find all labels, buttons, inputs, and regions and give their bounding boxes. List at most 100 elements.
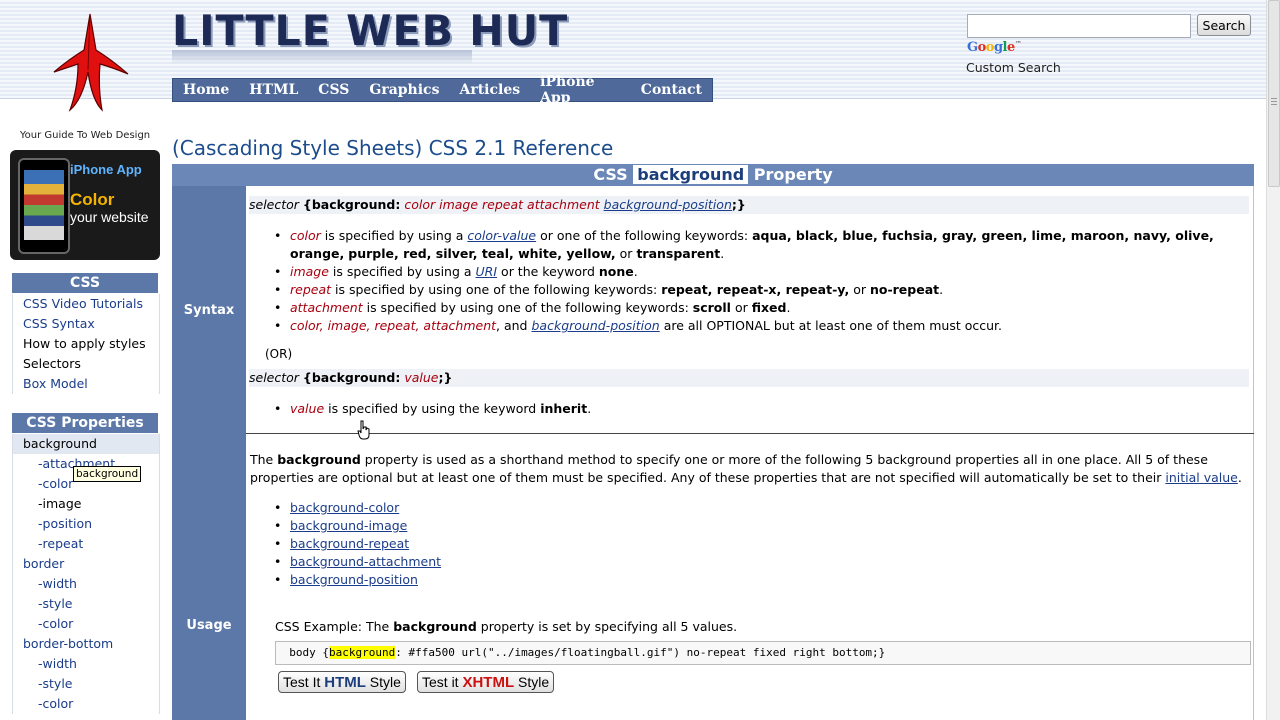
google-logo: Google™ bbox=[967, 40, 1022, 55]
sidebar-item-border-bottom-color[interactable]: -color bbox=[13, 694, 159, 714]
test-xhtml-style-button[interactable]: Test it XHTML Style bbox=[417, 671, 555, 693]
para-text: property is used as a shorthand method t… bbox=[250, 452, 1208, 485]
b6-end: . bbox=[587, 401, 592, 416]
phone-icon bbox=[18, 158, 70, 254]
code-pre: body { bbox=[289, 646, 329, 659]
syntax-close: ;} bbox=[731, 197, 746, 212]
syntax-bullets-2: value is specified by using the keyword … bbox=[270, 400, 1250, 418]
b1-text: is specified by using a bbox=[324, 228, 464, 243]
nav-graphics[interactable]: Graphics bbox=[359, 82, 449, 98]
test-html-style-button[interactable]: Test It HTML Style bbox=[278, 671, 406, 693]
nav-contact[interactable]: Contact bbox=[631, 82, 712, 98]
sidebar-css-list: CSS Video Tutorials CSS Syntax How to ap… bbox=[12, 294, 160, 394]
label-column bbox=[172, 186, 246, 720]
site-tagline: Your Guide To Web Design bbox=[19, 130, 151, 141]
b1-text-2: or one of the following keywords: bbox=[540, 228, 749, 243]
syntax-label: Syntax bbox=[183, 303, 235, 318]
nav-html[interactable]: HTML bbox=[239, 82, 308, 98]
sidebar-item-border-bottom-width[interactable]: -width bbox=[13, 654, 159, 674]
sidebar-item-background[interactable]: background bbox=[13, 434, 159, 454]
syntax-position-link[interactable]: background-position bbox=[604, 197, 732, 212]
term-image: image bbox=[290, 264, 329, 279]
promo-subtitle: your website bbox=[70, 209, 149, 225]
term-value: value bbox=[290, 401, 325, 416]
b3-keyword-2: no-repeat bbox=[869, 282, 940, 297]
search-input[interactable] bbox=[967, 14, 1191, 38]
b4-keyword-2: fixed bbox=[751, 300, 787, 315]
code-highlight: background bbox=[329, 646, 396, 659]
nav-home[interactable]: Home bbox=[173, 82, 239, 98]
nav-css[interactable]: CSS bbox=[308, 82, 359, 98]
page: LITTLE WEB HUT Your Guide To Web Design … bbox=[0, 0, 1266, 720]
syntax-line-1: selector {background: color image repeat… bbox=[249, 196, 1249, 214]
b4-text: is specified by using one of the followi… bbox=[366, 300, 689, 315]
b6-text: is specified by using the keyword bbox=[328, 401, 537, 416]
link-background-repeat[interactable]: background-repeat bbox=[290, 536, 409, 551]
link-background-color[interactable]: background-color bbox=[290, 500, 399, 515]
link-background-image[interactable]: background-image bbox=[290, 518, 407, 533]
link-background-attachment[interactable]: background-attachment bbox=[290, 554, 441, 569]
syntax-color: color bbox=[404, 197, 436, 212]
sidebar-item-box-model[interactable]: Box Model bbox=[13, 374, 159, 394]
tooltip: background bbox=[73, 466, 142, 482]
para-keyword: background bbox=[277, 452, 361, 467]
initial-value-link[interactable]: initial value bbox=[1165, 470, 1238, 485]
google-tm: ™ bbox=[1014, 40, 1022, 48]
btn1-pre: Test It bbox=[283, 673, 321, 690]
syntax2-selector: selector bbox=[249, 370, 299, 385]
b5-position-link[interactable]: background-position bbox=[531, 318, 659, 333]
uri-link[interactable]: URI bbox=[476, 264, 498, 279]
syntax-attachment: attachment bbox=[527, 197, 600, 212]
sidebar-item-background-image[interactable]: -image bbox=[13, 494, 159, 514]
sidebar-item-selectors[interactable]: Selectors bbox=[13, 354, 159, 374]
site-logo-icon[interactable] bbox=[48, 10, 132, 116]
prop-head-name: background bbox=[633, 165, 749, 184]
b3-keywords: repeat, repeat-x, repeat-y, bbox=[661, 282, 850, 297]
b2-end: . bbox=[633, 264, 638, 279]
sidebar-item-border-style[interactable]: -style bbox=[13, 594, 159, 614]
sidebar-item-border-color[interactable]: -color bbox=[13, 614, 159, 634]
sidebar-item-border-bottom-style[interactable]: -style bbox=[13, 674, 159, 694]
property-links: background-color background-image backgr… bbox=[270, 499, 670, 589]
sidebar-item-background-position[interactable]: -position bbox=[13, 514, 159, 534]
usage-label: Usage bbox=[186, 618, 232, 633]
b2-text-2: or the keyword bbox=[501, 264, 595, 279]
hand-cursor-icon bbox=[357, 420, 370, 440]
sidebar-item-how-to-apply[interactable]: How to apply styles bbox=[13, 334, 159, 354]
sidebar-item-border[interactable]: border bbox=[13, 554, 159, 574]
para-the: The bbox=[250, 452, 274, 467]
example-post: property is set by specifying all 5 valu… bbox=[480, 619, 738, 634]
sidebar-item-css-video-tutorials[interactable]: CSS Video Tutorials bbox=[13, 294, 159, 314]
iphone-app-promo[interactable]: iPhone App Color your website bbox=[10, 150, 160, 260]
term-color: color bbox=[290, 228, 321, 243]
page-title: (Cascading Style Sheets) CSS 2.1 Referen… bbox=[172, 136, 614, 160]
example-caption: CSS Example: The background property is … bbox=[275, 619, 737, 634]
link-background-position[interactable]: background-position bbox=[290, 572, 418, 587]
code-post: : #ffa500 url("../images/floatingball.gi… bbox=[395, 646, 886, 659]
list-item: background-repeat bbox=[270, 535, 670, 553]
syntax-open: {background: bbox=[302, 197, 401, 212]
nav-iphone-app[interactable]: iPhone App bbox=[530, 74, 631, 106]
example-pre: CSS Example: The bbox=[275, 619, 390, 634]
b4-keyword: scroll bbox=[692, 300, 731, 315]
b6-keyword: inherit bbox=[540, 401, 588, 416]
nav-articles[interactable]: Articles bbox=[449, 82, 530, 98]
row-divider bbox=[246, 433, 1254, 434]
b5-text: are all OPTIONAL but at least one of the… bbox=[663, 318, 1003, 333]
promo-color: Color bbox=[70, 190, 115, 209]
sidebar-item-background-repeat[interactable]: -repeat bbox=[13, 534, 159, 554]
search-button[interactable]: Search bbox=[1197, 14, 1251, 36]
color-value-link[interactable]: color-value bbox=[467, 228, 536, 243]
site-title[interactable]: LITTLE WEB HUT bbox=[172, 6, 568, 55]
btn2-post: Style bbox=[518, 673, 550, 690]
term-attachment: attachment bbox=[290, 300, 363, 315]
sidebar-item-border-width[interactable]: -width bbox=[13, 574, 159, 594]
list-item: background-image bbox=[270, 517, 670, 535]
sidebar-item-border-bottom[interactable]: border-bottom bbox=[13, 634, 159, 654]
sidebar-properties-heading: CSS Properties bbox=[12, 413, 158, 433]
scrollbar-thumb[interactable] bbox=[1268, 0, 1280, 187]
b4-or: or bbox=[734, 300, 748, 315]
or-separator: (OR) bbox=[265, 347, 293, 361]
btn1-bold: HTML bbox=[324, 673, 366, 691]
sidebar-item-css-syntax[interactable]: CSS Syntax bbox=[13, 314, 159, 334]
